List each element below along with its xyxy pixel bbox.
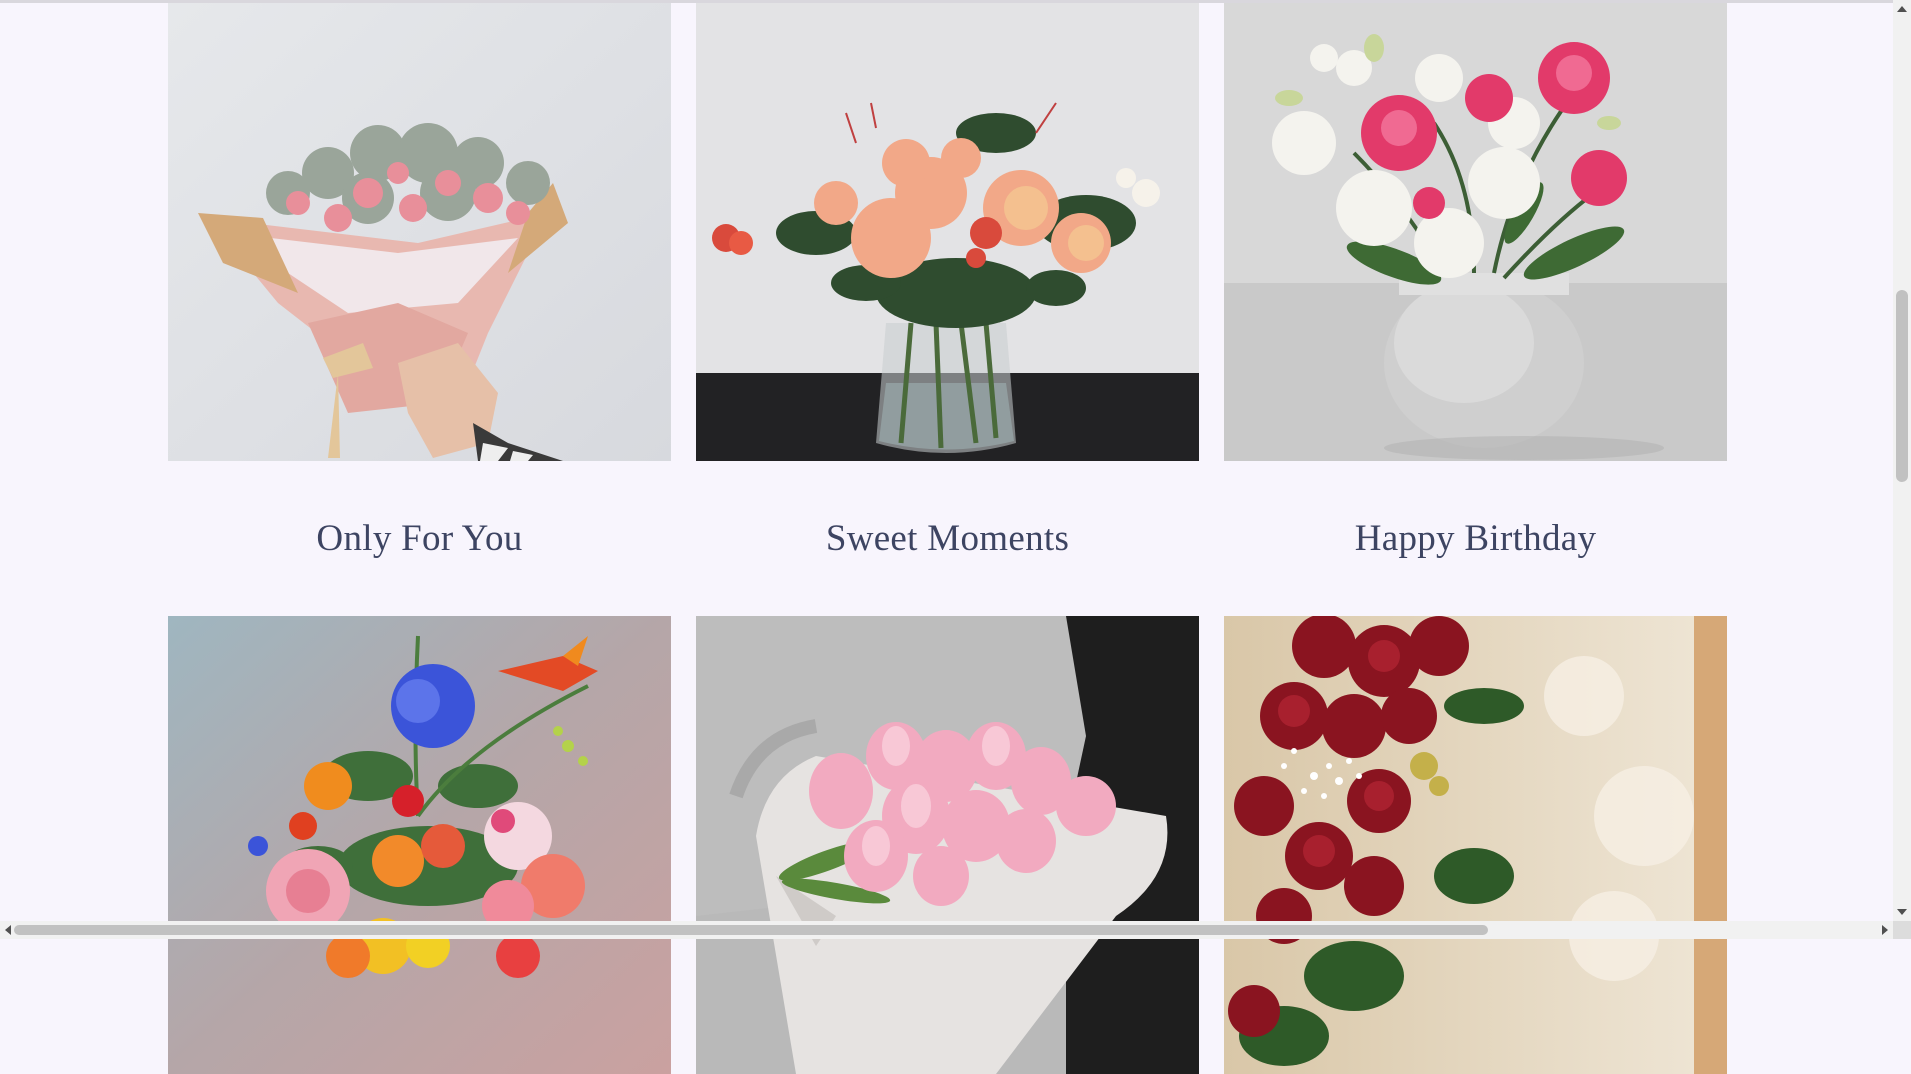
- product-card[interactable]: Only For You: [168, 3, 671, 559]
- vertical-scroll-thumb[interactable]: [1896, 290, 1908, 482]
- pink-bouquet-image[interactable]: [168, 3, 671, 461]
- horizontal-scrollbar[interactable]: [0, 921, 1893, 939]
- scroll-up-arrow-icon[interactable]: [1897, 6, 1907, 12]
- pink-tulips-bouquet-image[interactable]: [696, 616, 1199, 1074]
- product-card[interactable]: [1224, 616, 1727, 1074]
- scroll-left-arrow-icon[interactable]: [5, 925, 11, 935]
- product-card[interactable]: [168, 616, 671, 1074]
- peach-roses-vase-image[interactable]: [696, 3, 1199, 461]
- white-pink-lisianthus-vase-image[interactable]: [1224, 3, 1727, 461]
- product-title[interactable]: Only For You: [168, 461, 671, 616]
- product-card[interactable]: Sweet Moments: [696, 3, 1199, 559]
- scroll-right-arrow-icon[interactable]: [1882, 925, 1888, 935]
- scrollbar-corner: [1893, 921, 1911, 939]
- product-title[interactable]: Sweet Moments: [696, 461, 1199, 616]
- scroll-down-arrow-icon[interactable]: [1897, 909, 1907, 915]
- horizontal-scroll-thumb[interactable]: [14, 925, 1488, 935]
- colorful-mixed-bouquet-image[interactable]: [168, 616, 671, 1074]
- red-roses-bouquet-image[interactable]: [1224, 616, 1727, 1074]
- product-title[interactable]: Happy Birthday: [1224, 461, 1727, 616]
- vertical-scrollbar[interactable]: [1893, 0, 1911, 921]
- product-card[interactable]: Happy Birthday: [1224, 3, 1727, 559]
- product-card[interactable]: [696, 616, 1199, 1074]
